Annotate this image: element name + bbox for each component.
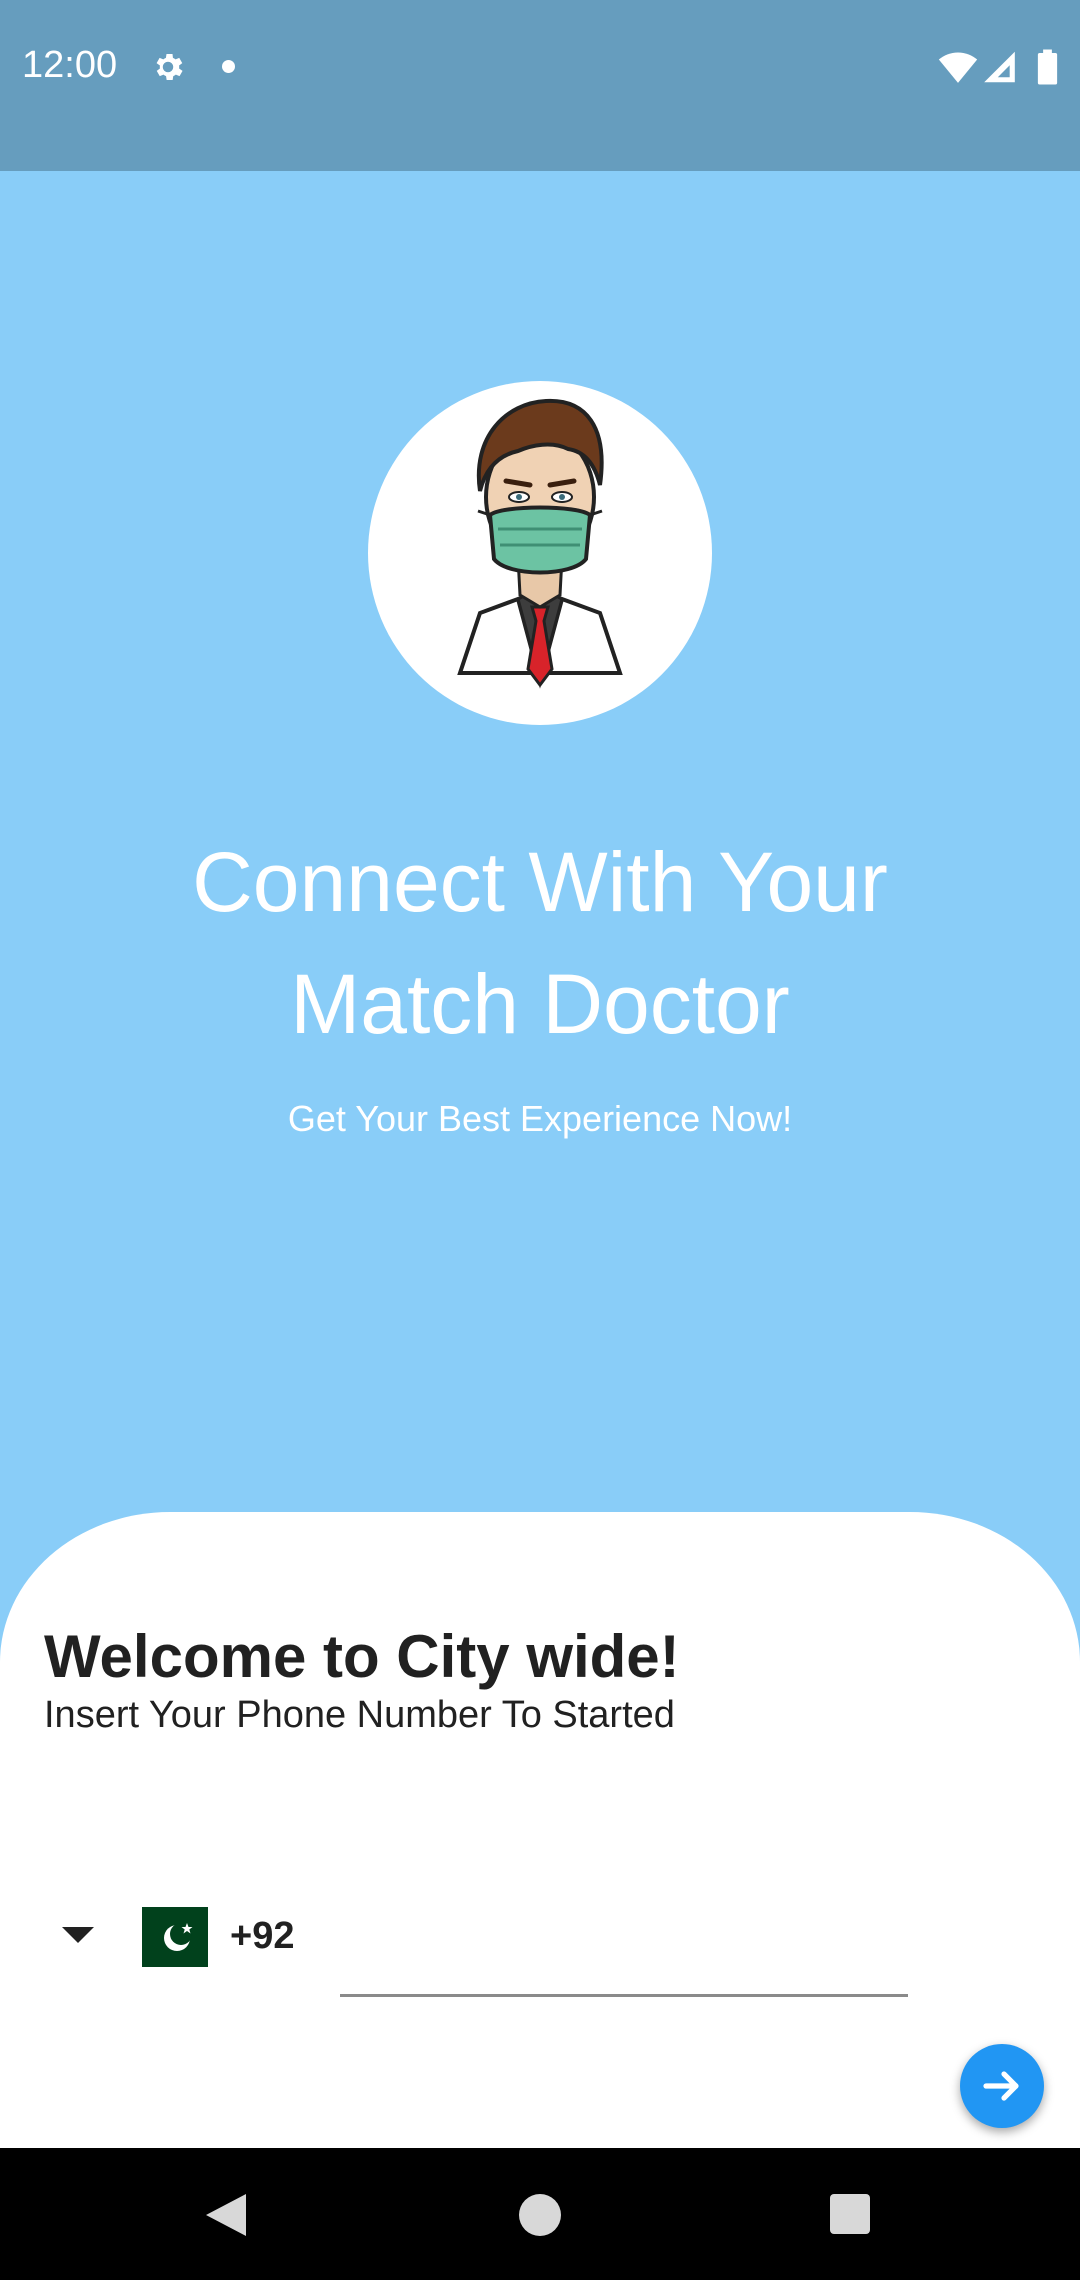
dial-code: +92 — [230, 1915, 295, 1957]
arrow-right-icon — [983, 2071, 1019, 2101]
pakistan-flag-icon — [142, 1907, 208, 1967]
home-icon[interactable] — [519, 2194, 561, 2236]
cell-signal-icon — [984, 51, 1015, 83]
notification-dot-icon — [222, 60, 235, 73]
recents-icon[interactable] — [830, 2194, 870, 2234]
battery-icon — [1037, 49, 1058, 85]
gear-icon — [156, 53, 183, 81]
wifi-icon — [938, 52, 978, 83]
phone-number-input[interactable] — [340, 1907, 908, 1997]
hero-section: Connect With Your Match Doctor Get Your … — [0, 171, 1080, 1514]
hero-subtitle: Get Your Best Experience Now! — [287, 1098, 793, 1139]
country-code-picker[interactable]: +92 — [40, 1897, 310, 1987]
doctor-illustration — [457, 398, 623, 689]
status-bar: 12:00 — [0, 0, 1080, 171]
next-button[interactable] — [960, 2044, 1044, 2128]
welcome-subtitle: Insert Your Phone Number To Started — [44, 1694, 675, 1736]
welcome-title: Welcome to City wide! — [44, 1623, 680, 1690]
dropdown-arrow-icon[interactable] — [62, 1927, 94, 1945]
hero-title: Connect With Your Match Doctor — [192, 835, 888, 1051]
doctor-avatar — [368, 381, 712, 725]
status-time: 12:00 — [22, 44, 118, 86]
back-icon[interactable] — [204, 2192, 248, 2238]
login-sheet: Welcome to City wide! Insert Your Phone … — [0, 1512, 1080, 2148]
system-nav-bar — [0, 2148, 1080, 2280]
